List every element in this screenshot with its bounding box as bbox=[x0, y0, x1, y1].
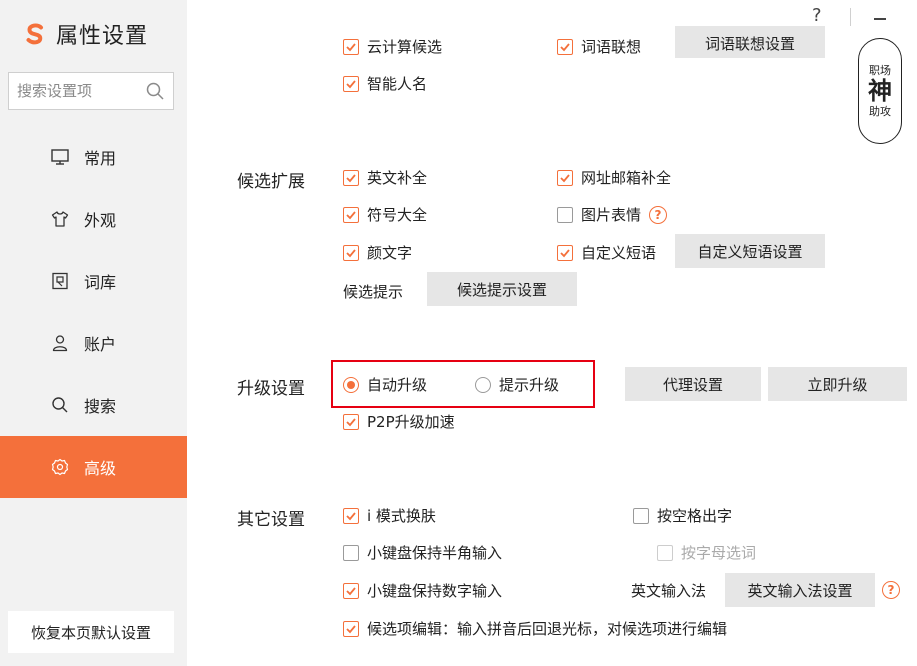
checkbox-checked-icon bbox=[557, 169, 573, 186]
other-settings-label: 其它设置 bbox=[237, 510, 305, 530]
checkbox-label: 候选项编辑：输入拼音后回退光标，对候选项进行编辑 bbox=[367, 620, 728, 638]
checkbox-checked-icon bbox=[343, 582, 359, 599]
checkbox-checked-icon bbox=[343, 38, 359, 55]
checkbox-checked-icon bbox=[343, 507, 359, 524]
app-title: 属性设置 bbox=[56, 24, 149, 49]
sidebar-item-appearance[interactable]: 外观 bbox=[0, 188, 187, 250]
checkbox-label: 云计算候选 bbox=[367, 38, 443, 56]
sidebar-item-label: 词库 bbox=[84, 273, 117, 292]
sidebar-item-label: 外观 bbox=[84, 211, 117, 230]
checkbox-label: 按字母选词 bbox=[681, 544, 757, 562]
checkbox-unchecked-icon bbox=[557, 206, 573, 223]
scrolled-top-row: 云计算候选 词语联想 词语联想设置 bbox=[187, 0, 917, 58]
sidebar-item-label: 常用 bbox=[84, 149, 117, 168]
url-email-completion-checkbox[interactable]: 网址邮箱补全 bbox=[557, 167, 671, 188]
sidebar-item-advanced[interactable]: 高级 bbox=[0, 436, 187, 498]
custom-phrase-settings-button[interactable]: 自定义短语设置 bbox=[675, 234, 825, 268]
search-input[interactable] bbox=[17, 82, 145, 100]
radio-label: 自动升级 bbox=[367, 376, 428, 394]
radio-unselected-icon bbox=[475, 376, 491, 393]
checkbox-checked-icon bbox=[343, 620, 359, 637]
checkbox-label: P2P升级加速 bbox=[367, 413, 455, 431]
search-icon[interactable] bbox=[145, 81, 165, 101]
auto-upgrade-radio[interactable]: 自动升级 bbox=[343, 374, 427, 395]
checkbox-label: 颜文字 bbox=[367, 244, 413, 262]
i-mode-skin-checkbox[interactable]: i 模式换肤 bbox=[343, 505, 436, 526]
checkbox-label: 小键盘保持半角输入 bbox=[367, 544, 503, 562]
checkbox-label: 自定义短语 bbox=[581, 244, 657, 262]
checkbox-label: 小键盘保持数字输入 bbox=[367, 582, 503, 600]
prompt-upgrade-radio[interactable]: 提示升级 bbox=[475, 374, 559, 395]
numpad-digit-checkbox[interactable]: 小键盘保持数字输入 bbox=[343, 580, 502, 601]
candidate-hint-label: 候选提示 bbox=[343, 283, 404, 301]
english-ime-settings-button[interactable]: 英文输入法设置 bbox=[725, 573, 875, 607]
radio-label: 提示升级 bbox=[499, 376, 560, 394]
sidebar-item-dictionary[interactable]: 词库 bbox=[0, 250, 187, 312]
dictionary-icon bbox=[52, 272, 68, 290]
user-icon bbox=[52, 335, 68, 352]
symbol-collection-checkbox[interactable]: 符号大全 bbox=[343, 204, 427, 225]
proxy-settings-button[interactable]: 代理设置 bbox=[625, 367, 761, 401]
checkbox-checked-icon bbox=[343, 244, 359, 261]
p2p-upgrade-checkbox[interactable]: P2P升级加速 bbox=[343, 411, 455, 432]
candidate-edit-checkbox[interactable]: 候选项编辑：输入拼音后回退光标，对候选项进行编辑 bbox=[343, 618, 727, 639]
gear-icon bbox=[51, 458, 69, 476]
sidebar-item-label: 高级 bbox=[84, 459, 117, 478]
sidebar: 属性设置 常用 外观 词库 账户 搜索 高级 bbox=[0, 0, 187, 666]
checkbox-checked-icon bbox=[343, 206, 359, 223]
settings-search[interactable] bbox=[8, 72, 174, 110]
checkbox-unchecked-icon bbox=[633, 507, 649, 524]
radio-selected-icon bbox=[343, 376, 359, 393]
letter-select-word-checkbox: 按字母选词 bbox=[657, 542, 756, 563]
sidebar-item-search[interactable]: 搜索 bbox=[0, 374, 187, 436]
cloud-candidate-checkbox[interactable]: 云计算候选 bbox=[343, 36, 442, 57]
upgrade-now-button[interactable]: 立即升级 bbox=[768, 367, 907, 401]
settings-panel: 云计算候选 词语联想 词语联想设置 智能人名 候选扩展 英文补全 网址邮箱补全 … bbox=[187, 0, 917, 666]
kaomoji-checkbox[interactable]: 颜文字 bbox=[343, 242, 412, 263]
candidate-hint-settings-button[interactable]: 候选提示设置 bbox=[427, 272, 577, 306]
word-association-checkbox[interactable]: 词语联想 bbox=[557, 36, 641, 57]
word-association-settings-button[interactable]: 词语联想设置 bbox=[675, 26, 825, 58]
checkbox-label: 网址邮箱补全 bbox=[581, 169, 672, 187]
english-completion-checkbox[interactable]: 英文补全 bbox=[343, 167, 427, 188]
sidebar-item-account[interactable]: 账户 bbox=[0, 312, 187, 374]
image-emoji-checkbox[interactable]: 图片表情 ? bbox=[557, 204, 668, 225]
checkbox-checked-icon bbox=[343, 413, 359, 430]
custom-phrase-checkbox[interactable]: 自定义短语 bbox=[557, 242, 656, 263]
help-circle-icon[interactable]: ? bbox=[649, 205, 668, 224]
space-output-checkbox[interactable]: 按空格出字 bbox=[633, 505, 732, 526]
checkbox-checked-icon bbox=[343, 75, 359, 92]
checkbox-label: 符号大全 bbox=[367, 206, 428, 224]
search-icon bbox=[52, 397, 68, 413]
checkbox-label: i 模式换肤 bbox=[367, 507, 436, 525]
numpad-halfwidth-checkbox[interactable]: 小键盘保持半角输入 bbox=[343, 542, 502, 563]
sidebar-item-label: 搜索 bbox=[84, 397, 117, 416]
checkbox-unchecked-icon bbox=[343, 544, 359, 561]
sogou-logo-icon bbox=[26, 23, 43, 45]
sidebar-item-label: 账户 bbox=[84, 335, 117, 354]
candidate-extension-label: 候选扩展 bbox=[237, 172, 305, 192]
checkbox-disabled-icon bbox=[657, 544, 673, 561]
checkbox-checked-icon bbox=[557, 38, 573, 55]
monitor-icon bbox=[51, 149, 69, 165]
checkbox-label: 词语联想 bbox=[581, 38, 642, 56]
checkbox-checked-icon bbox=[557, 244, 573, 261]
checkbox-label: 图片表情 bbox=[581, 206, 642, 224]
reset-defaults-button[interactable]: 恢复本页默认设置 bbox=[8, 611, 174, 653]
upgrade-settings-label: 升级设置 bbox=[237, 379, 305, 399]
help-circle-icon[interactable]: ? bbox=[882, 581, 900, 599]
checkbox-label: 按空格出字 bbox=[657, 507, 733, 525]
brand: 属性设置 bbox=[22, 18, 148, 50]
checkbox-checked-icon bbox=[343, 169, 359, 186]
checkbox-label: 智能人名 bbox=[367, 75, 428, 93]
checkbox-label: 英文补全 bbox=[367, 169, 428, 187]
smart-name-checkbox[interactable]: 智能人名 bbox=[343, 73, 427, 94]
shirt-icon bbox=[51, 211, 69, 227]
sidebar-item-common[interactable]: 常用 bbox=[0, 126, 187, 188]
english-ime-label: 英文输入法 bbox=[631, 582, 707, 600]
sidebar-nav: 常用 外观 词库 账户 搜索 高级 bbox=[0, 126, 187, 498]
